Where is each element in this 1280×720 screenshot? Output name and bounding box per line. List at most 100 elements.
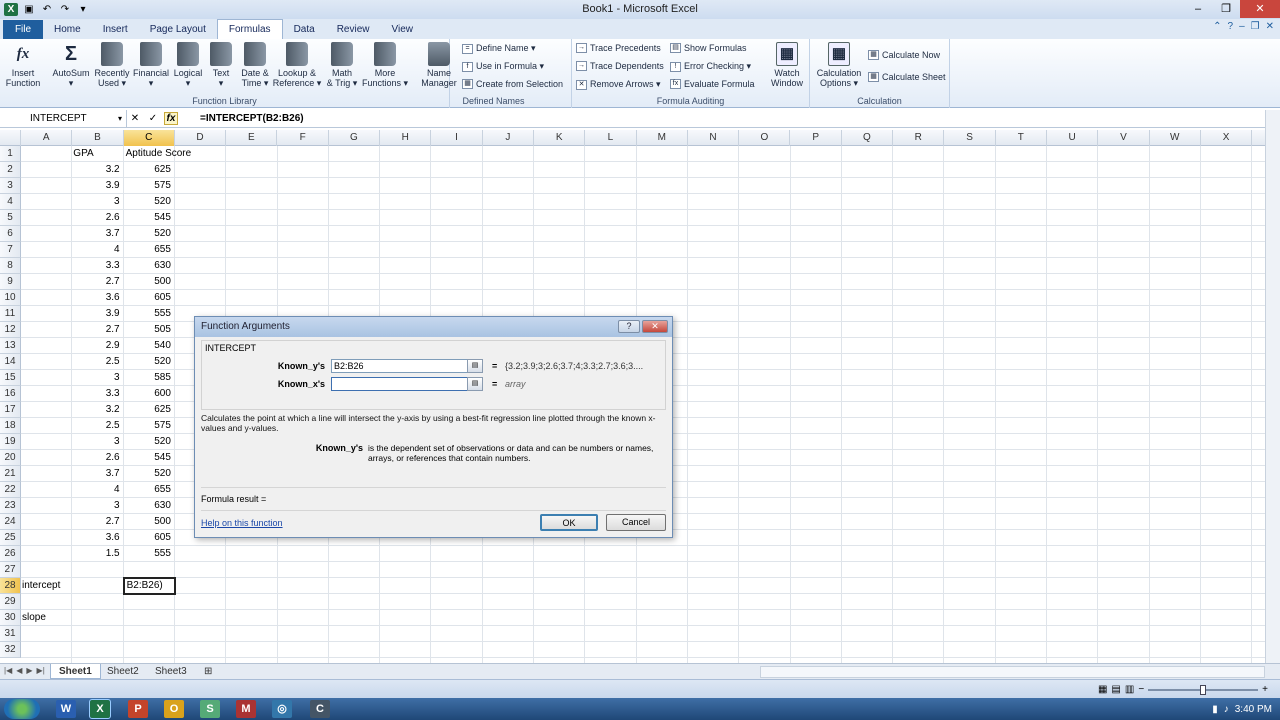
gpa-cell[interactable]: 3 [73, 370, 122, 386]
active-cell-c28[interactable]: B2:B26) [122, 577, 176, 595]
app-icon[interactable]: C [310, 700, 330, 718]
dialog-close-icon[interactable]: ✕ [642, 320, 668, 333]
watch-window-button[interactable]: ▦ Watch Window [766, 42, 808, 88]
outlook-icon[interactable]: O [164, 700, 184, 718]
column-header[interactable]: B [72, 130, 124, 146]
score-cell[interactable]: 520 [125, 354, 174, 370]
gpa-cell[interactable]: 3.2 [73, 162, 122, 178]
row-header[interactable]: 30 [0, 610, 21, 626]
column-header[interactable]: T [996, 130, 1047, 146]
row-header[interactable]: 24 [0, 514, 21, 530]
zoom-thumb[interactable] [1200, 684, 1207, 695]
dialog-title-bar[interactable]: Function Arguments ? ✕ [195, 317, 672, 337]
column-header[interactable]: H [380, 130, 432, 146]
score-cell[interactable]: 500 [125, 274, 174, 290]
prev-sheet-icon[interactable]: ◀ [16, 666, 22, 675]
app-icon[interactable]: M [236, 700, 256, 718]
score-cell[interactable]: 600 [125, 386, 174, 402]
error-checking-button[interactable]: ! Error Checking ▾ [670, 61, 751, 72]
gpa-cell[interactable]: 3.7 [73, 466, 122, 482]
network-icon[interactable]: ▮ [1212, 704, 1218, 715]
sheet-tab-sheet3[interactable]: Sheet3 [147, 664, 195, 679]
column-header[interactable]: U [1047, 130, 1099, 146]
score-cell[interactable]: 575 [125, 418, 174, 434]
insert-sheet-icon[interactable]: ⊞ [196, 664, 220, 679]
powerpoint-icon[interactable]: P [128, 700, 148, 718]
undo-icon[interactable]: ↶ [40, 3, 54, 16]
more-functions-button[interactable]: More Functions ▾ [360, 42, 410, 88]
column-header[interactable]: P [791, 130, 842, 146]
score-cell[interactable]: 575 [125, 178, 174, 194]
score-cell[interactable]: 625 [125, 402, 174, 418]
row-header[interactable]: 21 [0, 466, 21, 482]
row-header[interactable]: 18 [0, 418, 21, 434]
known-ys-input[interactable]: B2:B26 [331, 359, 483, 373]
create-from-selection-button[interactable]: ▦ Create from Selection [462, 79, 563, 89]
score-cell[interactable]: 655 [125, 482, 174, 498]
restore-icon[interactable]: ❐ [1212, 0, 1240, 18]
gpa-cell[interactable]: 2.5 [73, 354, 122, 370]
insert-function-fx-icon[interactable]: fx [164, 112, 178, 125]
sheet-tab-sheet2[interactable]: Sheet2 [99, 664, 147, 679]
name-box[interactable]: INTERCEPT ▾ [0, 110, 127, 128]
calculate-sheet-button[interactable]: ▦ Calculate Sheet [868, 72, 946, 82]
horizontal-scrollbar[interactable] [760, 666, 1265, 678]
tab-file[interactable]: File [3, 20, 43, 39]
tab-insert[interactable]: Insert [92, 20, 139, 39]
row-header[interactable]: 11 [0, 306, 21, 322]
column-header[interactable]: C [123, 130, 175, 146]
lookup-reference-button[interactable]: Lookup & Reference ▾ [272, 42, 322, 88]
row-header[interactable]: 31 [0, 626, 21, 642]
customize-qat-icon[interactable]: ▾ [76, 3, 90, 16]
row-header[interactable]: 22 [0, 482, 21, 498]
minimize-icon[interactable]: – [1184, 0, 1212, 18]
redo-icon[interactable]: ↷ [58, 3, 72, 16]
logical-button[interactable]: Logical ▾ [170, 42, 206, 88]
row-header[interactable]: 5 [0, 210, 21, 226]
score-cell[interactable]: 605 [125, 290, 174, 306]
gpa-cell[interactable]: 3.6 [73, 290, 122, 306]
gpa-cell[interactable]: 1.5 [73, 546, 122, 562]
column-header[interactable]: D [175, 130, 227, 146]
evaluate-formula-button[interactable]: fx Evaluate Formula [670, 79, 755, 89]
enter-check-icon[interactable]: ✓ [146, 113, 160, 124]
score-cell[interactable]: 520 [125, 194, 174, 210]
select-all-corner[interactable] [0, 130, 21, 146]
row-header[interactable]: 10 [0, 290, 21, 306]
row-header[interactable]: 14 [0, 354, 21, 370]
row-header[interactable]: 7 [0, 242, 21, 258]
row-header[interactable]: 6 [0, 226, 21, 242]
score-cell[interactable]: 585 [125, 370, 174, 386]
row-header[interactable]: 4 [0, 194, 21, 210]
gpa-cell[interactable]: 3.2 [73, 402, 122, 418]
calculation-options-button[interactable]: ▦ Calculation Options ▾ [814, 42, 864, 88]
zoom-in-icon[interactable]: + [1262, 684, 1268, 695]
help-icon[interactable]: ? [1228, 21, 1234, 32]
clock[interactable]: 3:40 PM [1235, 704, 1272, 715]
autosum-button[interactable]: Σ AutoSum ▾ [50, 42, 92, 88]
score-cell[interactable]: 555 [125, 306, 174, 322]
gpa-cell[interactable]: 3.9 [73, 178, 122, 194]
column-header[interactable]: A [21, 130, 73, 146]
known-xs-input[interactable] [331, 377, 483, 391]
tab-view[interactable]: View [380, 20, 424, 39]
zoom-out-icon[interactable]: − [1138, 684, 1144, 695]
gpa-cell[interactable]: 4 [73, 242, 122, 258]
gpa-cell[interactable]: 2.7 [73, 322, 122, 338]
row-header[interactable]: 29 [0, 594, 21, 610]
row-header[interactable]: 13 [0, 338, 21, 354]
zoom-slider[interactable] [1148, 684, 1259, 695]
cell-c1-header[interactable]: Aptitude Score [125, 146, 192, 162]
vertical-scrollbar[interactable] [1265, 110, 1280, 663]
gpa-cell[interactable]: 2.9 [73, 338, 122, 354]
column-header[interactable]: V [1098, 130, 1150, 146]
sheet-tab-sheet1[interactable]: Sheet1 [50, 664, 101, 679]
workbook-restore-icon[interactable]: ❐ [1251, 21, 1260, 32]
column-header[interactable]: M [637, 130, 688, 146]
recently-used-button[interactable]: Recently Used ▾ [92, 42, 132, 88]
last-sheet-icon[interactable]: ▶| [37, 666, 45, 675]
app-icon[interactable]: ◎ [272, 700, 292, 718]
column-header[interactable]: F [278, 130, 329, 146]
column-header[interactable]: I [431, 130, 483, 146]
remove-arrows-button[interactable]: ✕ Remove Arrows ▾ [576, 79, 661, 90]
